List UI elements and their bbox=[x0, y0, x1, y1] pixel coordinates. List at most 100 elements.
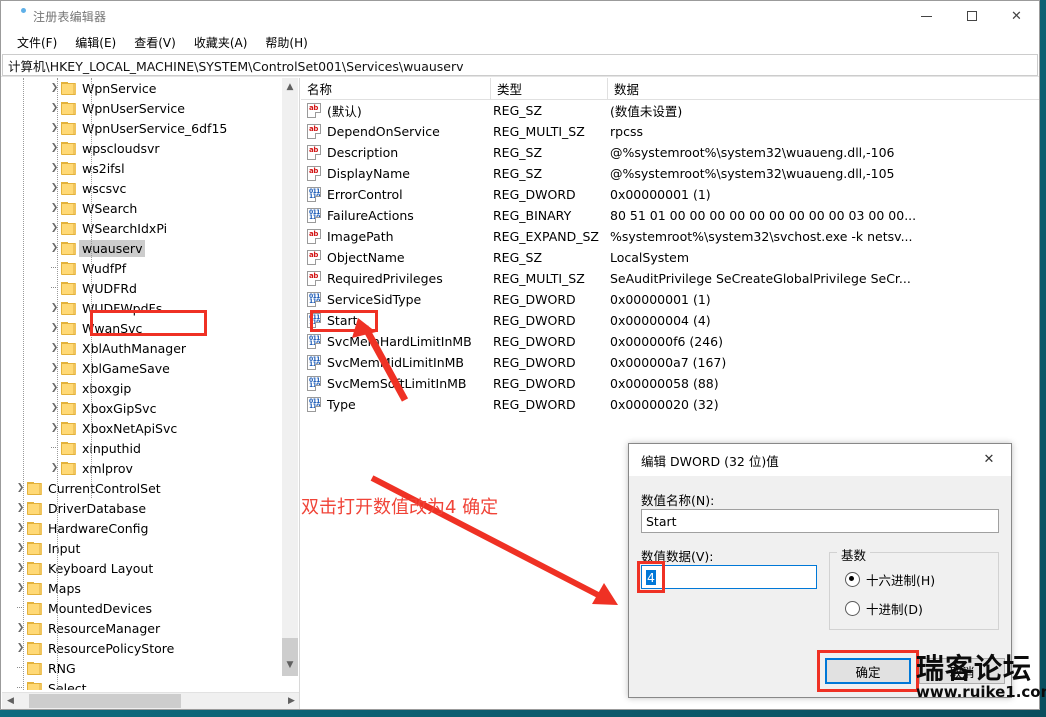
value-row[interactable]: 011 110 ServiceSidType REG_DWORD 0x00000001 … bbox=[301, 289, 1039, 310]
chevron-right-icon[interactable]: ❯ bbox=[48, 240, 61, 256]
maximize-button[interactable] bbox=[949, 1, 994, 31]
dialog-close-button[interactable]: ✕ bbox=[967, 444, 1011, 475]
tree-node-rng[interactable]: RNG bbox=[2, 658, 283, 678]
chevron-right-icon[interactable]: ❯ bbox=[14, 480, 27, 496]
tree-node-mounteddevices[interactable]: MountedDevices bbox=[2, 598, 283, 618]
value-data-input[interactable]: 4 bbox=[641, 565, 817, 589]
menu-favorites[interactable]: 收藏夹(A) bbox=[185, 32, 257, 53]
tree-node-driverdatabase[interactable]: ❯ DriverDatabase bbox=[2, 498, 283, 518]
chevron-right-icon[interactable]: ❯ bbox=[14, 560, 27, 576]
value-row[interactable]: ab DisplayName REG_SZ @%systemroot%\system3… bbox=[301, 163, 1039, 184]
tree-node-wpnuserservice-6df15[interactable]: ❯ WpnUserService_6df15 bbox=[2, 118, 283, 138]
scroll-left-arrow[interactable]: ◀ bbox=[2, 693, 19, 709]
scroll-down-arrow[interactable]: ▼ bbox=[282, 656, 298, 673]
menu-view[interactable]: 查看(V) bbox=[125, 32, 185, 53]
tree-hscroll-thumb[interactable] bbox=[29, 694, 181, 708]
chevron-right-icon[interactable]: ❯ bbox=[48, 160, 61, 176]
value-row[interactable]: ab RequiredPrivileges REG_MULTI_SZ SeAuditP… bbox=[301, 268, 1039, 289]
value-name-cell: ab DependOnService bbox=[301, 124, 491, 139]
tree-node-xmlprov[interactable]: ❯ xmlprov bbox=[2, 458, 283, 478]
tree-node-wsearch[interactable]: ❯ WSearch bbox=[2, 198, 283, 218]
column-header-data[interactable]: 数据 bbox=[608, 78, 1038, 99]
tree-node-ws2ifsl[interactable]: ❯ ws2ifsl bbox=[2, 158, 283, 178]
chevron-right-icon[interactable]: ❯ bbox=[14, 620, 27, 636]
close-button[interactable]: ✕ bbox=[994, 1, 1039, 31]
value-row[interactable]: ab ObjectName REG_SZ LocalSystem bbox=[301, 247, 1039, 268]
chevron-right-icon[interactable]: ❯ bbox=[48, 180, 61, 196]
column-header-name[interactable]: 名称 bbox=[301, 78, 491, 99]
chevron-right-icon[interactable]: ❯ bbox=[48, 100, 61, 116]
chevron-right-icon[interactable]: ❯ bbox=[48, 360, 61, 376]
value-row[interactable]: 011 110 Start REG_DWORD 0x00000004 (4) bbox=[301, 310, 1039, 331]
value-row[interactable]: ab (默认) REG_SZ (数值未设置) bbox=[301, 100, 1039, 121]
tree-node-input[interactable]: ❯ Input bbox=[2, 538, 283, 558]
tree-node-wpnuserservice[interactable]: ❯ WpnUserService bbox=[2, 98, 283, 118]
cancel-button[interactable]: 取消 bbox=[919, 658, 1005, 684]
menu-file[interactable]: 文件(F) bbox=[8, 32, 66, 53]
tree-node-currentcontrolset[interactable]: ❯ CurrentControlSet bbox=[2, 478, 283, 498]
column-header-type[interactable]: 类型 bbox=[491, 78, 608, 99]
tree-node-wscsvc[interactable]: ❯ wscsvc bbox=[2, 178, 283, 198]
tree-node-wudfwpdfs[interactable]: ❯ WUDFWpdFs bbox=[2, 298, 283, 318]
tree-node-xinputhid[interactable]: xinputhid bbox=[2, 438, 283, 458]
chevron-right-icon[interactable]: ❯ bbox=[14, 580, 27, 596]
tree-node-resourcemanager[interactable]: ❯ ResourceManager bbox=[2, 618, 283, 638]
chevron-right-icon[interactable]: ❯ bbox=[48, 80, 61, 96]
chevron-right-icon[interactable]: ❯ bbox=[48, 340, 61, 356]
minimize-button[interactable] bbox=[904, 1, 949, 31]
value-row[interactable]: ab Description REG_SZ @%systemroot%\system3… bbox=[301, 142, 1039, 163]
value-row[interactable]: 011 110 SvcMemHardLimitInMB REG_DWORD 0x0000… bbox=[301, 331, 1039, 352]
address-bar[interactable]: 计算机\HKEY_LOCAL_MACHINE\SYSTEM\ControlSet… bbox=[2, 54, 1038, 76]
tree-node-wpnservice[interactable]: ❯ WpnService bbox=[2, 78, 283, 98]
tree-node-wwansvc[interactable]: ❯ WwanSvc bbox=[2, 318, 283, 338]
chevron-right-icon[interactable]: ❯ bbox=[48, 320, 61, 336]
tree-node-wpscloudsvr[interactable]: ❯ wpscloudsvr bbox=[2, 138, 283, 158]
chevron-right-icon[interactable]: ❯ bbox=[14, 520, 27, 536]
menu-help[interactable]: 帮助(H) bbox=[256, 32, 316, 53]
chevron-right-icon[interactable]: ❯ bbox=[48, 460, 61, 476]
chevron-right-icon[interactable]: ❯ bbox=[48, 400, 61, 416]
chevron-right-icon[interactable]: ❯ bbox=[48, 140, 61, 156]
tree-node-keyboard-layout[interactable]: ❯ Keyboard Layout bbox=[2, 558, 283, 578]
tree-node-resourcepolicystore[interactable]: ❯ ResourcePolicyStore bbox=[2, 638, 283, 658]
tree-horizontal-scrollbar[interactable]: ◀ ▶ bbox=[2, 692, 299, 709]
tree-node-xblauthmanager[interactable]: ❯ XblAuthManager bbox=[2, 338, 283, 358]
value-name-input[interactable]: Start bbox=[641, 509, 999, 533]
chevron-right-icon[interactable]: ❯ bbox=[14, 500, 27, 516]
value-row[interactable]: 011 110 Type REG_DWORD 0x00000020 (32) bbox=[301, 394, 1039, 415]
tree-node-xboxgip[interactable]: ❯ xboxgip bbox=[2, 378, 283, 398]
scroll-up-arrow[interactable]: ▲ bbox=[282, 78, 298, 95]
value-row[interactable]: ab ImagePath REG_EXPAND_SZ %systemroot%\sys… bbox=[301, 226, 1039, 247]
tree-node-wsearchidxpi[interactable]: ❯ WSearchIdxPi bbox=[2, 218, 283, 238]
tree-node-xblgamesave[interactable]: ❯ XblGameSave bbox=[2, 358, 283, 378]
registry-tree[interactable]: ❯ WpnService ❯ WpnUserService ❯ WpnUserServic… bbox=[2, 78, 283, 690]
chevron-right-icon[interactable]: ❯ bbox=[48, 200, 61, 216]
value-row[interactable]: 011 110 SvcMemMidLimitInMB REG_DWORD 0x00000… bbox=[301, 352, 1039, 373]
value-row[interactable]: 011 110 SvcMemSoftLimitInMB REG_DWORD 0x0000… bbox=[301, 373, 1039, 394]
tree-node-maps[interactable]: ❯ Maps bbox=[2, 578, 283, 598]
chevron-right-icon[interactable]: ❯ bbox=[48, 120, 61, 136]
chevron-right-icon[interactable]: ❯ bbox=[48, 220, 61, 236]
tree-node-wuauserv[interactable]: ❯ wuauserv bbox=[2, 238, 283, 258]
tree-node-xboxnetapisvc[interactable]: ❯ XboxNetApiSvc bbox=[2, 418, 283, 438]
value-row[interactable]: 011 110 ErrorControl REG_DWORD 0x00000001 (1… bbox=[301, 184, 1039, 205]
chevron-right-icon[interactable]: ❯ bbox=[48, 300, 61, 316]
chevron-right-icon[interactable]: ❯ bbox=[14, 640, 27, 656]
tree-node-xboxgipsvc[interactable]: ❯ XboxGipSvc bbox=[2, 398, 283, 418]
menu-edit[interactable]: 编辑(E) bbox=[66, 32, 125, 53]
chevron-right-icon[interactable]: ❯ bbox=[14, 540, 27, 556]
tree-node-wudfpf[interactable]: WudfPf bbox=[2, 258, 283, 278]
tree-vertical-scrollbar[interactable]: ▲ ▼ bbox=[282, 78, 298, 676]
value-row[interactable]: 011 110 FailureActions REG_BINARY 80 51 01 0… bbox=[301, 205, 1039, 226]
radio-hexadecimal[interactable]: 十六进制(H) bbox=[845, 570, 935, 589]
values-list[interactable]: ab (默认) REG_SZ (数值未设置) ab DependOnService REG_… bbox=[301, 100, 1039, 415]
scroll-right-arrow[interactable]: ▶ bbox=[283, 693, 299, 709]
chevron-right-icon[interactable]: ❯ bbox=[48, 380, 61, 396]
value-row[interactable]: ab DependOnService REG_MULTI_SZ rpcss bbox=[301, 121, 1039, 142]
tree-node-wudfrd[interactable]: WUDFRd bbox=[2, 278, 283, 298]
radio-decimal[interactable]: 十进制(D) bbox=[845, 599, 923, 618]
chevron-right-icon[interactable]: ❯ bbox=[48, 420, 61, 436]
tree-node-hardwareconfig[interactable]: ❯ HardwareConfig bbox=[2, 518, 283, 538]
tree-node-select[interactable]: Select bbox=[2, 678, 283, 690]
ok-button[interactable]: 确定 bbox=[825, 658, 911, 684]
